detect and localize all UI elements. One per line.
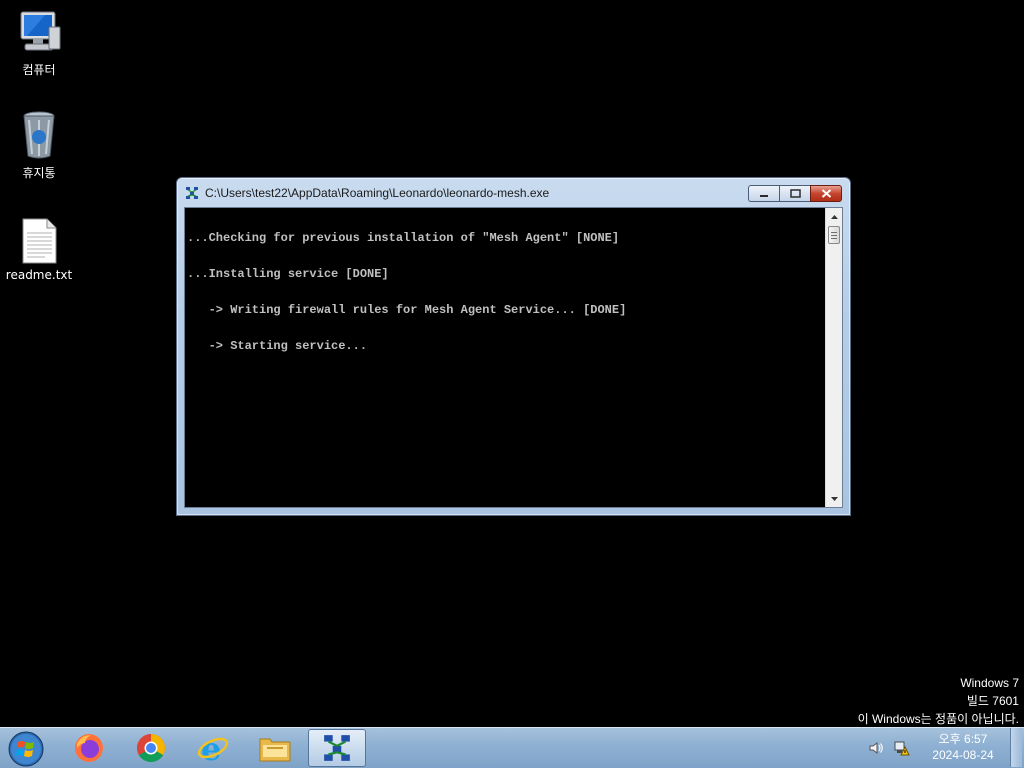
watermark-genuine-notice: 이 Windows는 정품이 아닙니다.: [857, 712, 1019, 726]
desktop-icon-readme[interactable]: readme.txt: [1, 218, 77, 282]
arrow-down-icon: [830, 496, 838, 501]
firefox-icon: [75, 734, 103, 762]
minimize-button[interactable]: [748, 185, 779, 202]
console-line: -> Starting service...: [187, 339, 368, 353]
vertical-scrollbar[interactable]: [825, 208, 842, 507]
taskbar-internet-explorer[interactable]: e: [184, 729, 242, 767]
console-line: ...Installing service [DONE]: [187, 267, 389, 281]
window-title: C:\Users\test22\AppData\Roaming\Leonardo…: [205, 186, 550, 200]
svg-text:e: e: [201, 732, 221, 764]
close-button[interactable]: [810, 185, 842, 202]
close-icon: [821, 189, 831, 198]
recycle-bin-icon: [23, 111, 55, 159]
clock-date: 2024-08-24: [932, 748, 994, 762]
clock-time: 오후 6:57: [938, 732, 988, 746]
show-desktop-button[interactable]: [1010, 728, 1022, 767]
watermark-build: 빌드 7601: [966, 694, 1019, 708]
console-output[interactable]: ...Checking for previous installation of…: [184, 207, 843, 508]
text-file-icon: [22, 218, 57, 264]
console-line: -> Writing firewall rules for Mesh Agent…: [187, 303, 627, 317]
maximize-icon: [789, 189, 801, 198]
desktop-icon-label: 컴퓨터: [22, 63, 56, 77]
minimize-icon: [760, 194, 768, 197]
scroll-up-button[interactable]: [826, 208, 842, 225]
taskbar-firefox[interactable]: [60, 729, 118, 767]
arrow-up-icon: [830, 214, 838, 219]
window-titlebar[interactable]: C:\Users\test22\AppData\Roaming\Leonardo…: [177, 178, 850, 208]
desktop-icon-label: 휴지통: [22, 166, 56, 180]
console-line: ...Checking for previous installation of…: [187, 231, 620, 245]
desktop-icon-computer[interactable]: 컴퓨터: [1, 9, 77, 78]
volume-icon[interactable]: [868, 740, 884, 756]
desktop-icon-recycle-bin[interactable]: 휴지통: [1, 110, 77, 181]
scrollbar-thumb[interactable]: [828, 226, 840, 244]
taskbar-mesh-agent[interactable]: [308, 729, 366, 767]
taskbar-clock[interactable]: 오후 6:57 2024-08-24: [928, 731, 998, 763]
windows-start-icon: [8, 731, 44, 767]
maximize-button[interactable]: [779, 185, 810, 202]
network-warning-icon[interactable]: [894, 740, 910, 756]
windows-watermark: Windows 7 빌드 7601 이 Windows는 정품이 아닙니다.: [858, 674, 1019, 728]
mesh-agent-icon: [324, 735, 350, 761]
console-text: ...Checking for previous installation of…: [187, 208, 824, 507]
taskbar-file-explorer[interactable]: [246, 729, 304, 767]
system-tray: 오후 6:57 2024-08-24: [824, 728, 1024, 768]
taskbar: e 오후 6:57 2024-08-24: [0, 727, 1024, 768]
mesh-agent-icon: [186, 187, 198, 199]
start-button[interactable]: [6, 730, 46, 768]
taskbar-chrome[interactable]: [122, 729, 180, 767]
watermark-os: Windows 7: [960, 676, 1019, 690]
scroll-down-button[interactable]: [826, 490, 842, 507]
file-explorer-icon: [259, 738, 291, 762]
console-window[interactable]: C:\Users\test22\AppData\Roaming\Leonardo…: [176, 177, 851, 516]
internet-explorer-icon: e: [197, 732, 229, 764]
computer-icon: [20, 11, 61, 51]
desktop-icon-label: readme.txt: [5, 268, 73, 282]
chrome-icon: [137, 734, 165, 762]
